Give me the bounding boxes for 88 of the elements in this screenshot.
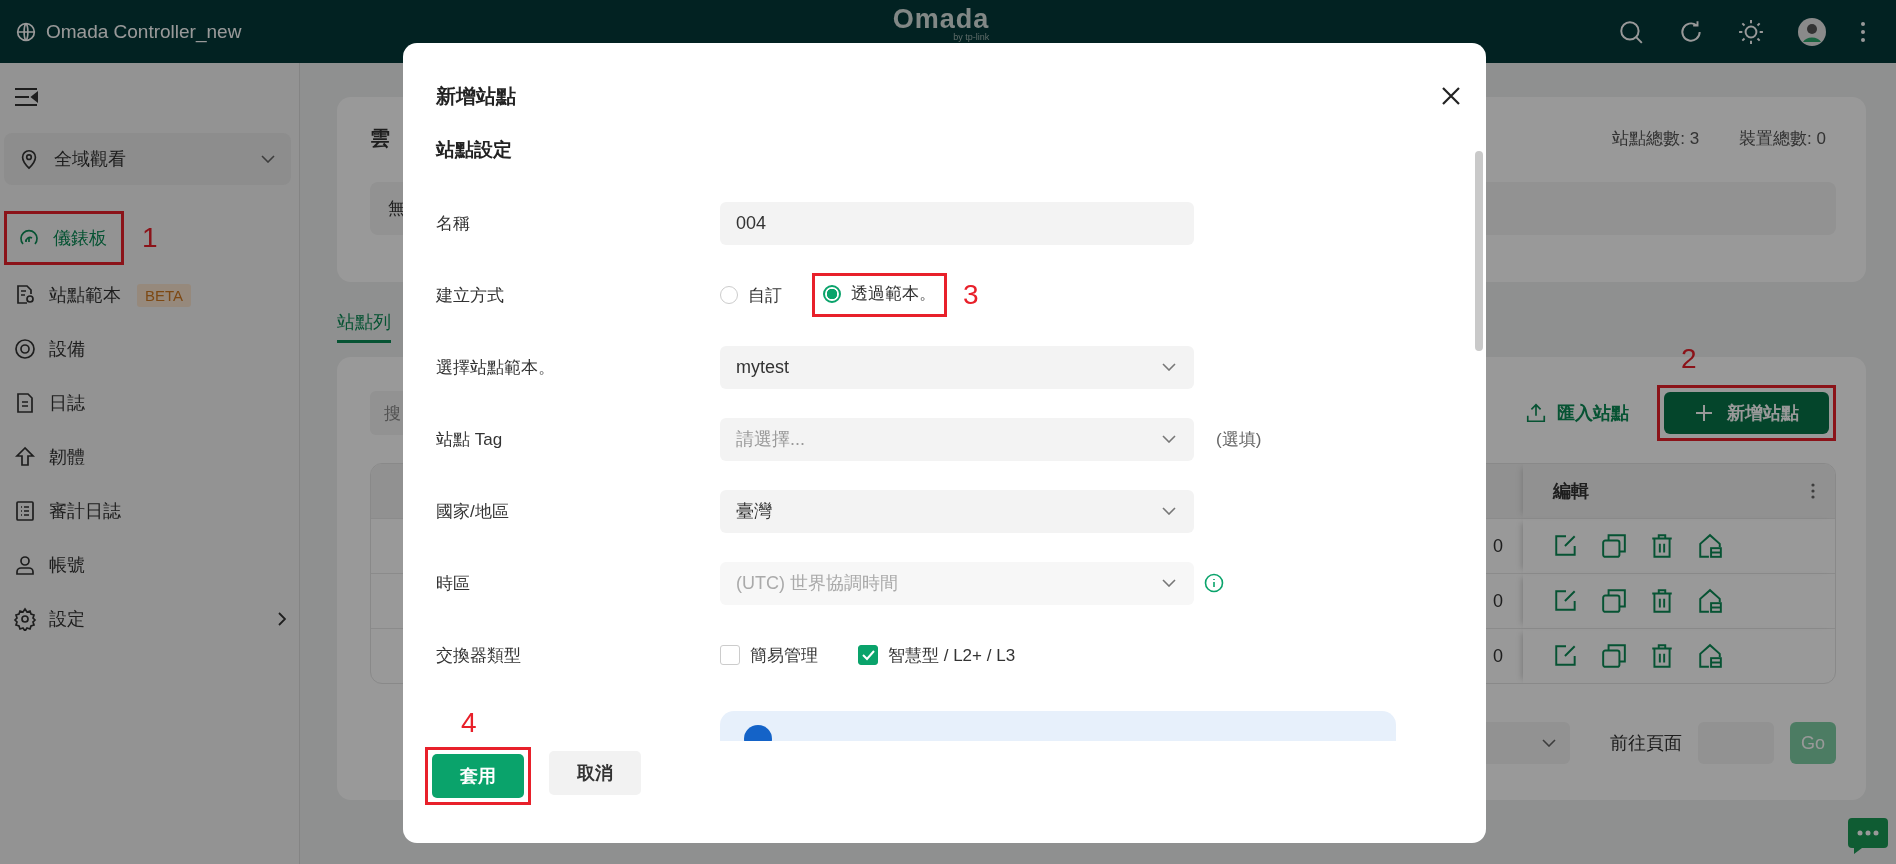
checkbox[interactable] [720,645,740,665]
app-title: Omada Controller_new [46,20,242,43]
logo-text: Omada [892,6,990,33]
chat-icon[interactable] [1848,818,1888,854]
optional-hint: (選填) [1216,428,1262,451]
copy-icon[interactable] [1601,643,1627,669]
overview-title: 雲 [370,126,390,151]
callout-number: 1 [142,222,158,254]
sun-icon[interactable] [1738,18,1764,45]
chevron-down-icon [1162,435,1176,443]
scrollbar-thumb[interactable] [1475,151,1483,351]
notice-text: 無 [388,198,405,220]
refresh-icon[interactable] [1678,18,1704,45]
chevron-down-icon [1162,579,1176,587]
trash-icon[interactable] [1649,643,1675,669]
section-title: 站點設定 [436,138,513,162]
radio-button[interactable] [823,284,841,303]
field-label: 時區 [436,572,471,595]
total-count: 裝置總數: 0 [1739,128,1826,150]
close-icon[interactable] [1442,87,1460,105]
globe-icon [16,21,36,42]
cancel-button[interactable]: 取消 [549,751,641,795]
sidebar-item[interactable]: 設備 [7,325,286,373]
user-icon [13,553,37,577]
apply-button[interactable]: 套用 [432,754,524,798]
add-site-button[interactable]: 新增站點 [1664,392,1829,434]
copy-icon[interactable] [1601,533,1627,559]
search-icon[interactable] [1618,18,1644,45]
field-label: 交換器類型 [436,644,522,667]
table-cell: 0 [1493,590,1503,612]
checkbox-option[interactable]: 簡易管理 [720,643,818,667]
edit-icon[interactable] [1553,533,1579,559]
checkmark-icon [861,649,875,661]
beta-badge: BETA [137,283,192,307]
more-icon[interactable] [1811,483,1815,499]
sidebar-item[interactable]: 日誌 [7,379,286,427]
house-icon[interactable] [1697,533,1723,559]
field-label: 建立方式 [436,284,505,307]
field-label: 站點 Tag [436,428,504,451]
sidebar-item[interactable]: 儀錶板 [11,214,117,262]
name-field[interactable]: 004 [720,201,1194,245]
avatar-icon[interactable] [1798,17,1826,46]
dropdown-field[interactable]: mytest [720,345,1194,389]
collapse-menu-icon[interactable] [14,87,38,107]
site-selector[interactable]: 全域觀看 [4,133,291,185]
trash-icon[interactable] [1649,588,1675,614]
house-icon[interactable] [1697,643,1723,669]
chevron-down-icon [261,155,275,163]
dropdown-field[interactable]: 臺灣 [720,489,1194,533]
settings-icon [13,607,37,631]
callout-number: 3 [963,279,979,311]
upload-icon [1525,402,1547,424]
house-icon[interactable] [1697,588,1723,614]
field-label: 選擇站點範本。 [436,356,556,379]
chevron-down-icon [1542,739,1556,747]
edit-icon[interactable] [1553,643,1579,669]
target-icon [13,337,37,361]
tab[interactable]: 站點列 [337,310,391,343]
table-cell: 0 [1493,535,1503,557]
copy-icon[interactable] [1601,588,1627,614]
field-label: 國家/地區 [436,500,510,523]
sidebar-item[interactable]: 設定 [7,595,286,643]
plus-icon [1694,404,1713,422]
sidebar-item[interactable]: 帳號 [7,541,286,589]
sidebar-item[interactable]: 韌體 [7,433,286,481]
radio-option[interactable]: 透過範本。 [823,282,936,306]
field-label: 名稱 [436,212,471,235]
sidebar-item[interactable]: 站點範本 BETA [7,271,286,319]
goto-page-label: 前往頁面 [1610,732,1682,755]
radio-option[interactable]: 自訂 [720,283,782,307]
more-icon[interactable] [1860,20,1866,43]
dialog-title: 新增站點 [436,83,516,109]
list-icon [13,499,37,523]
callout-number: 4 [461,707,477,739]
import-button[interactable]: 匯入站點 [1519,400,1635,426]
trash-icon[interactable] [1649,533,1675,559]
chevron-down-icon [1162,507,1176,515]
checkbox-option[interactable]: 智慧型 / L2+ / L3 [858,643,1016,667]
sidebar-item[interactable]: 審計日誌 [7,487,286,535]
callout-number: 2 [1681,343,1697,375]
edit-icon[interactable] [1553,588,1579,614]
checkbox[interactable] [858,645,878,665]
logo-subtitle: by tp-link [953,33,990,42]
upload-arrow-icon [13,445,37,469]
column-header: 編輯 [1553,480,1589,503]
table-cell: 0 [1493,645,1503,667]
total-count: 站點總數: 3 [1612,128,1700,150]
chevron-down-icon [1162,363,1176,371]
